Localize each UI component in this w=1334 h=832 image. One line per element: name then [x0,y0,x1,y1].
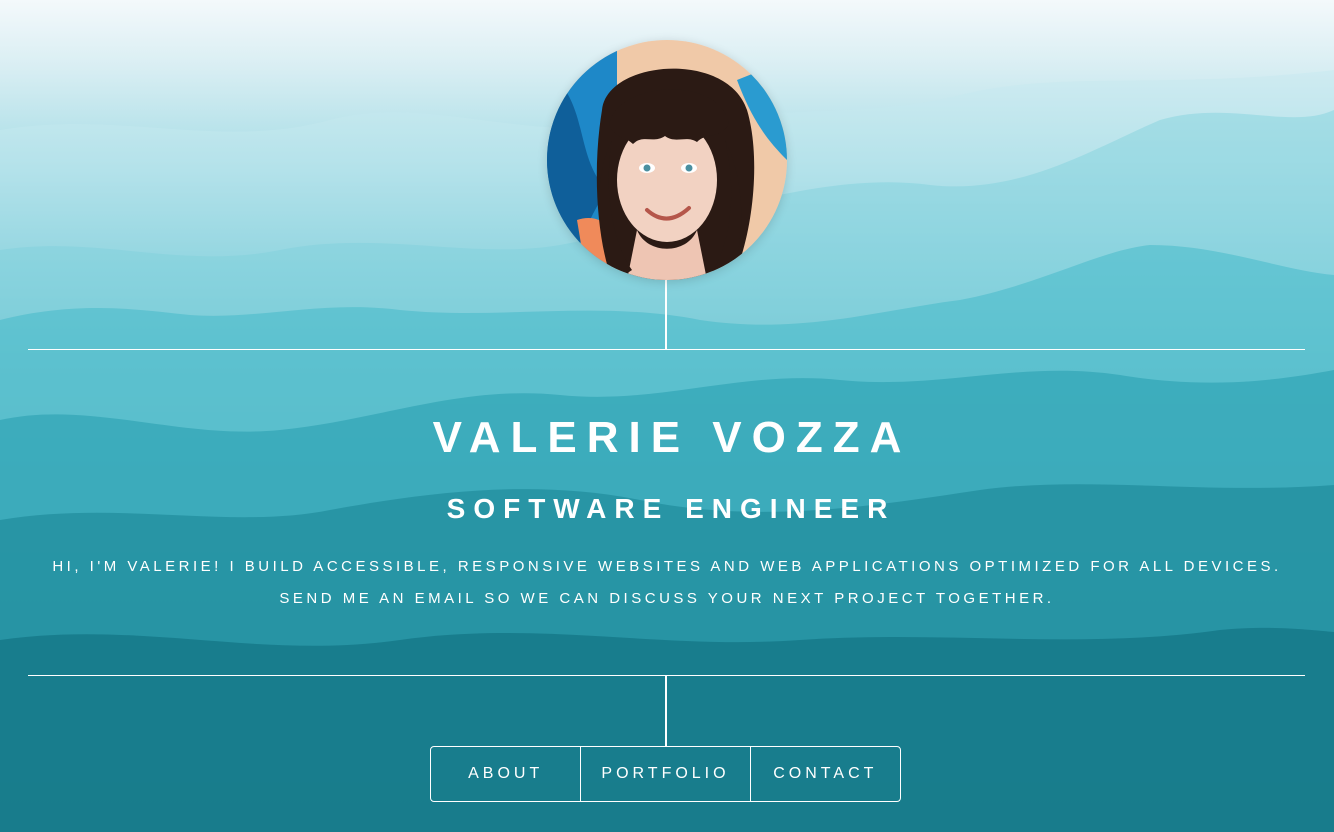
bottom-connector-line [665,676,667,746]
profile-title: SOFTWARE ENGINEER [446,493,896,524]
bio-line-1: HI, I'M VALERIE! I BUILD ACCESSIBLE, RES… [52,558,1282,575]
bio-line-2: SEND ME AN EMAIL SO WE CAN DISCUSS YOUR … [279,590,1055,607]
main-nav: ABOUT PORTFOLIO CONTACT [430,746,901,802]
profile-avatar [547,40,787,280]
nav-portfolio-button[interactable]: PORTFOLIO [581,747,751,801]
profile-photo [547,40,787,280]
nav-about-button[interactable]: ABOUT [431,747,582,801]
top-divider [28,349,1305,350]
nav-contact-button[interactable]: CONTACT [751,747,900,801]
profile-name: VALERIE VOZZA [432,413,912,462]
top-connector-line [665,280,667,350]
